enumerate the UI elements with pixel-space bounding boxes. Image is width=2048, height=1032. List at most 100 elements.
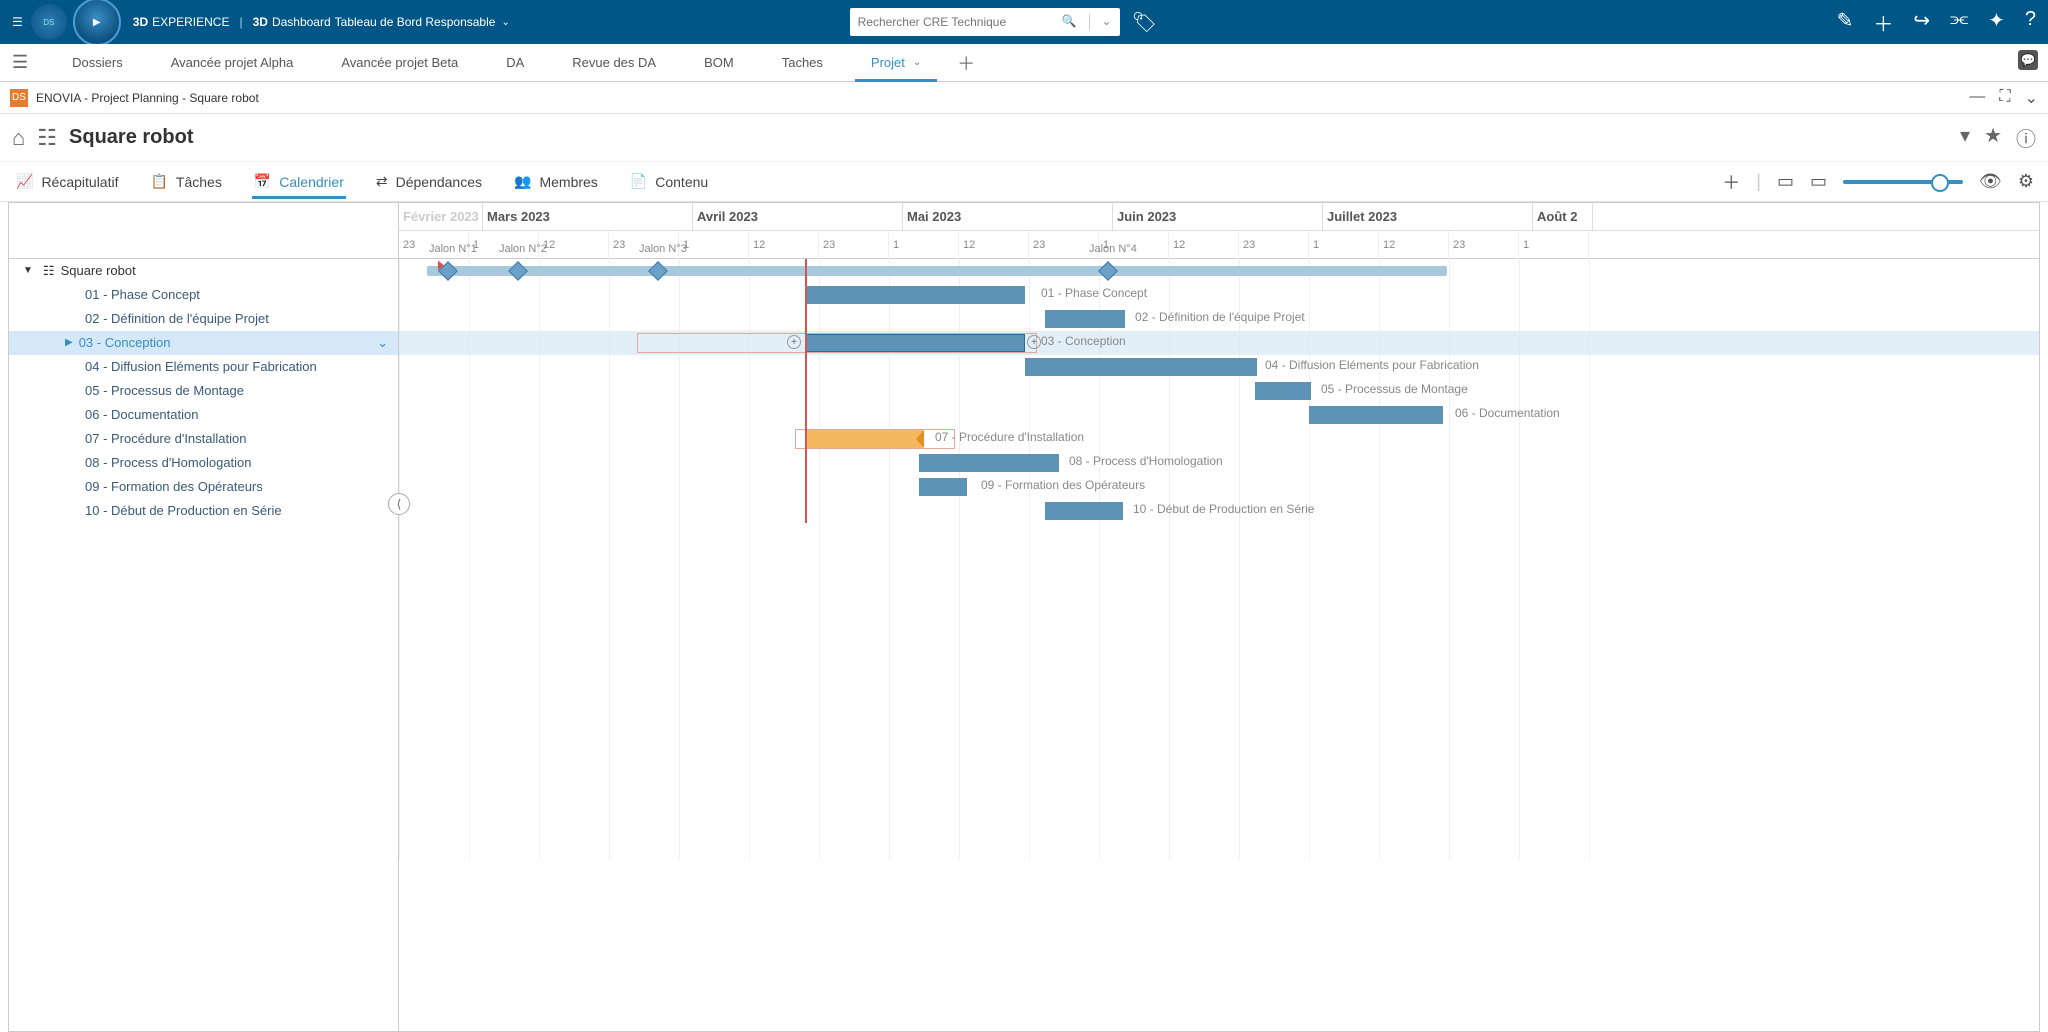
share-icon[interactable]: ↪ [1913, 8, 1930, 37]
subtab-dépendances[interactable]: ⇄Dépendances [374, 165, 484, 198]
widget-breadcrumb: ENOVIA - Project Planning - Square robot [36, 91, 259, 105]
task-row[interactable]: 07 - Procédure d'Installation [9, 427, 398, 451]
subtab-icon: 📄 [630, 173, 647, 190]
chevron-down-icon: ⌄ [501, 17, 509, 28]
add-predecessor-icon[interactable]: + [787, 335, 801, 349]
gantt-bar[interactable] [919, 454, 1059, 472]
gantt-bar-label: 10 - Début de Production en Série [1133, 502, 1314, 516]
task-row[interactable]: 08 - Process d'Homologation [9, 451, 398, 475]
milestone-diamond[interactable] [1098, 261, 1118, 281]
task-row[interactable]: 02 - Définition de l'équipe Projet [9, 307, 398, 331]
task-row[interactable]: 04 - Diffusion Eléments pour Fabrication [9, 355, 398, 379]
help-icon[interactable]: ? [2025, 8, 2036, 37]
gantt-bar[interactable] [1255, 382, 1311, 400]
gantt-bar-label: 09 - Formation des Opérateurs [981, 478, 1145, 492]
milestone-label: Jalon N°4 [1089, 243, 1137, 255]
menu-icon[interactable]: ☰ [12, 15, 23, 29]
milestone-diamond[interactable] [508, 261, 528, 281]
day-tick: 23 [1449, 231, 1519, 259]
day-tick: 12 [1169, 231, 1239, 259]
add-icon[interactable]: ＋ [1873, 8, 1893, 37]
gantt-bar[interactable] [1045, 502, 1123, 520]
home-icon[interactable]: ⌂ [12, 125, 25, 151]
gantt-bar[interactable] [805, 286, 1025, 304]
task-row[interactable]: 10 - Début de Production en Série [9, 499, 398, 523]
subtab-contenu[interactable]: 📄Contenu [628, 165, 710, 198]
view-mode-icon-1[interactable]: ▭ [1777, 171, 1794, 192]
notification-icon[interactable]: ✎ [1837, 8, 1854, 37]
search-icon[interactable]: 🔍 [1062, 14, 1077, 30]
tabs-menu-icon[interactable]: ☰ [12, 44, 28, 81]
visibility-icon[interactable]: 👁 [1979, 171, 2002, 192]
add-tab-button[interactable]: ＋ [945, 44, 987, 81]
search-input[interactable]: 🔍 ⌄ [850, 8, 1120, 36]
tab-projet[interactable]: Projet⌄ [847, 44, 945, 81]
task-row[interactable]: ▶03 - Conception [9, 331, 398, 355]
gantt-bar[interactable] [919, 478, 967, 496]
milestone-label: Jalon N°3 [639, 243, 687, 255]
minimize-icon[interactable]: — [1969, 88, 1985, 108]
apps-icon[interactable]: ✦ [1988, 8, 2005, 37]
summary-bar[interactable] [427, 266, 1447, 276]
task-row[interactable]: 06 - Documentation [9, 403, 398, 427]
gantt-bar-label: 02 - Définition de l'équipe Projet [1135, 310, 1305, 324]
tab-revue-des-da[interactable]: Revue des DA [548, 44, 680, 81]
subtab-récapitulatif[interactable]: 📈Récapitulatif [14, 165, 120, 198]
project-title: Square robot [69, 126, 193, 149]
chevron-down-icon[interactable]: ⌄ [2025, 88, 2038, 108]
tab-bom[interactable]: BOM [680, 44, 758, 81]
month-header: Mars 2023 [483, 203, 693, 230]
task-row[interactable]: 09 - Formation des Opérateurs [9, 475, 398, 499]
network-icon[interactable]: ⫘ [1950, 8, 1968, 37]
info-icon[interactable]: ⓘ [2016, 123, 2036, 152]
gantt-bar[interactable] [805, 334, 1025, 352]
collapse-icon[interactable]: ▼ [23, 265, 33, 276]
gantt-bar-label: 08 - Process d'Homologation [1069, 454, 1223, 468]
day-tick: 23 [819, 231, 889, 259]
project-icon[interactable]: ☷ [37, 125, 57, 151]
milestone-diamond[interactable] [438, 261, 458, 281]
subtab-icon: 📅 [254, 173, 271, 190]
day-tick: 12 [959, 231, 1029, 259]
milestone-diamond[interactable] [648, 261, 668, 281]
add-task-icon[interactable]: ＋ [1722, 169, 1740, 195]
gantt-bar[interactable] [1309, 406, 1443, 424]
subtab-tâches[interactable]: 📋Tâches [148, 165, 223, 198]
add-successor-icon[interactable]: + [1027, 335, 1041, 349]
panel-collapse-button[interactable]: ⟨ [388, 493, 410, 515]
task-row[interactable]: 05 - Processus de Montage [9, 379, 398, 403]
gantt-bar[interactable] [805, 430, 923, 448]
fullscreen-icon[interactable]: ⛶ [1999, 88, 2010, 108]
dashboard-selector[interactable]: Tableau de Bord Responsable⌄ [335, 15, 510, 29]
month-header: Juin 2023 [1113, 203, 1323, 230]
chevron-down-icon[interactable]: ⌄ [1102, 14, 1112, 30]
tab-avancée-projet-beta[interactable]: Avancée projet Beta [317, 44, 482, 81]
compass-icon[interactable] [73, 0, 121, 46]
top-actions: ✎ ＋ ↪ ⫘ ✦ ? [1837, 8, 2036, 37]
ds-logo[interactable]: DS [31, 4, 67, 40]
gantt-bar-label: 04 - Diffusion Eléments pour Fabrication [1265, 358, 1479, 372]
widget-header: DS ENOVIA - Project Planning - Square ro… [0, 82, 2048, 114]
subtab-icon: 👥 [514, 173, 531, 190]
tab-dossiers[interactable]: Dossiers [48, 44, 147, 81]
tab-taches[interactable]: Taches [758, 44, 847, 81]
view-mode-icon-2[interactable]: ▭ [1810, 171, 1827, 192]
gantt-bar[interactable] [1025, 358, 1257, 376]
day-tick: 23 [1239, 231, 1309, 259]
tab-avancée-projet-alpha[interactable]: Avancée projet Alpha [147, 44, 318, 81]
gantt-bar[interactable] [1045, 310, 1125, 328]
subtab-membres[interactable]: 👥Membres [512, 165, 600, 198]
task-row[interactable]: 01 - Phase Concept [9, 283, 398, 307]
favorite-icon[interactable]: ★ [1984, 123, 2002, 152]
tab-da[interactable]: DA [482, 44, 548, 81]
subtab-calendrier[interactable]: 📅Calendrier [252, 165, 346, 198]
task-row-root[interactable]: ▼ ☷ Square robot [9, 259, 398, 283]
tag-icon[interactable]: 🏷 [1132, 10, 1157, 35]
expand-icon[interactable]: ▶ [65, 337, 73, 348]
filter-icon[interactable]: ▾ [1960, 123, 1970, 152]
chat-icon[interactable]: 💬 [2018, 50, 2038, 70]
gantt-timeline[interactable]: Février 2023Mars 2023Avril 2023Mai 2023J… [399, 203, 2039, 1031]
month-header: Mai 2023 [903, 203, 1113, 230]
zoom-slider[interactable] [1843, 180, 1963, 184]
settings-icon[interactable]: ⚙ [2018, 171, 2034, 192]
